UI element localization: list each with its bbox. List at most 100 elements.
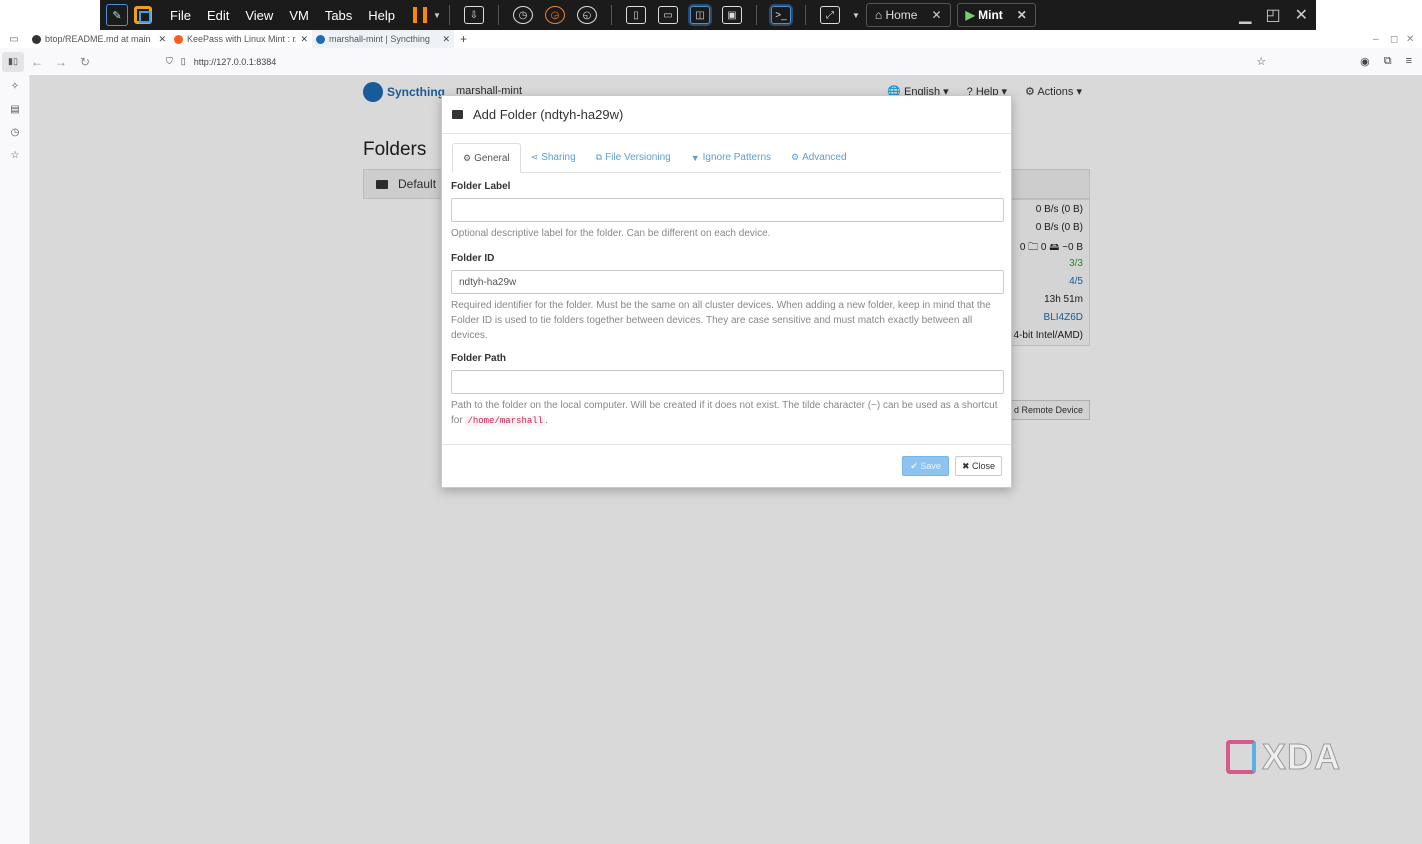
dialog-footer: ✔ Save ✖ Close bbox=[442, 444, 1011, 487]
browser-navbar: ▮▯ ← → ↻ ⛉ ▯ http://127.0.0.1:8384 ☆ ◉ ⧉… bbox=[0, 48, 1422, 75]
tab-advanced[interactable]: ⚙ Advanced bbox=[781, 143, 857, 172]
forward-icon[interactable]: → bbox=[50, 55, 72, 69]
extensions-icon[interactable]: ⧉ bbox=[1384, 55, 1392, 68]
filter-icon: ▼ bbox=[690, 152, 700, 163]
restore-icon[interactable]: ◰ bbox=[1265, 5, 1280, 25]
console-icon[interactable]: >_ bbox=[770, 6, 791, 24]
add-folder-dialog: Add Folder (ndtyh-ha29w) ⚙ General ⋖ Sharin… bbox=[441, 95, 1012, 488]
sidebar-toggle-icon[interactable]: ▮▯ bbox=[2, 51, 24, 72]
folder-path-label: Folder Path bbox=[451, 353, 507, 364]
page-icon: ▯ bbox=[180, 56, 186, 66]
close-icon[interactable]: ✕ bbox=[300, 34, 308, 45]
vm-tab-mint[interactable]: ▶ Mint ✕ bbox=[956, 3, 1036, 27]
folder-path-help-suffix: . bbox=[545, 415, 548, 426]
ai-chat-icon[interactable]: ✧ bbox=[0, 75, 30, 98]
chevron-down-icon[interactable]: ▼ bbox=[852, 11, 860, 20]
close-icon[interactable]: ✕ bbox=[1017, 8, 1027, 22]
divider bbox=[610, 5, 612, 25]
close-icon[interactable]: ✕ bbox=[931, 8, 941, 22]
revert-snapshot-icon[interactable]: ◶ bbox=[544, 6, 565, 24]
vm-menu-item-help[interactable]: Help bbox=[360, 8, 403, 23]
send-keys-icon[interactable]: ⇩ bbox=[463, 6, 484, 24]
close-icon[interactable]: ✕ bbox=[1406, 34, 1414, 45]
shield-icon[interactable]: ⛉ bbox=[166, 56, 173, 67]
close-icon[interactable]: ✕ bbox=[158, 34, 166, 45]
home-path-code: /home/marshall bbox=[465, 416, 546, 426]
close-icon[interactable]: ✕ bbox=[442, 34, 450, 45]
vm-menu-item-edit[interactable]: Edit bbox=[199, 8, 237, 23]
folder-id-label: Folder ID bbox=[451, 253, 495, 264]
save-button[interactable]: ✔ Save bbox=[902, 456, 949, 476]
synced-tabs-icon[interactable]: ▤ bbox=[0, 98, 30, 121]
account-icon[interactable]: ◉ bbox=[1360, 55, 1370, 68]
fit-guest-icon[interactable]: ◫ bbox=[689, 6, 710, 24]
restore-icon[interactable]: ◻ bbox=[1390, 34, 1398, 45]
vm-tab-label: Mint bbox=[978, 8, 1003, 22]
bookmarks-icon[interactable]: ☆ bbox=[0, 144, 30, 167]
dialog-title: Add Folder (ndtyh-ha29w) bbox=[473, 107, 624, 122]
pin-icon[interactable]: ✎ bbox=[106, 4, 128, 26]
new-tab-icon[interactable]: + bbox=[460, 32, 467, 46]
tab-file-versioning[interactable]: ⧉ File Versioning bbox=[586, 143, 681, 172]
browser-sidebar: ✧ ▤ ◷ ☆ bbox=[0, 75, 30, 844]
minimize-icon[interactable]: ▁ bbox=[1239, 5, 1251, 25]
vm-menu-item-file[interactable]: File bbox=[162, 8, 199, 23]
window-controls: ▁ ◰ ✕ bbox=[1239, 5, 1316, 25]
tab-sharing[interactable]: ⋖ Sharing bbox=[521, 143, 586, 172]
reload-icon[interactable]: ↻ bbox=[74, 55, 96, 69]
reddit-icon bbox=[174, 34, 183, 44]
gear-icon: ⚙ bbox=[463, 152, 472, 163]
check-icon: ✔ bbox=[910, 460, 921, 471]
url-text: http://127.0.0.1:8384 bbox=[193, 56, 277, 67]
cogs-icon: ⚙ bbox=[791, 152, 800, 162]
close-button[interactable]: ✖ Close bbox=[954, 456, 1002, 476]
tab-title: marshall-mint | Syncthing bbox=[329, 34, 430, 44]
tab-general[interactable]: ⚙ General bbox=[452, 143, 521, 173]
xda-logo-icon bbox=[1226, 740, 1256, 774]
watermark-text: XDA bbox=[1261, 736, 1342, 778]
chevron-down-icon[interactable]: ▼ bbox=[433, 11, 441, 20]
folder-icon bbox=[452, 110, 463, 119]
nav-right-tools: ☆ ◉ ⧉ ≡ bbox=[1256, 55, 1422, 68]
tab-label: Advanced bbox=[802, 152, 847, 163]
fullscreen-icon[interactable]: ▣ bbox=[721, 6, 742, 24]
folder-path-input[interactable] bbox=[451, 370, 1004, 394]
stretch-icon[interactable]: ⤢ bbox=[819, 6, 840, 24]
home-icon: ⌂ bbox=[874, 8, 886, 22]
snapshot-manager-icon[interactable]: ◵ bbox=[576, 6, 597, 24]
save-label: Save bbox=[920, 461, 941, 471]
library-view-icon[interactable]: ▯ bbox=[625, 6, 646, 24]
folder-id-input[interactable] bbox=[451, 270, 1004, 294]
vm-menu-item-view[interactable]: View bbox=[237, 8, 281, 23]
share-icon: ⋖ bbox=[530, 152, 539, 162]
tab-label: File Versioning bbox=[605, 152, 671, 163]
history-icon[interactable]: ◷ bbox=[0, 121, 30, 144]
close-icon: ✖ bbox=[961, 460, 972, 471]
tab-title: KeePass with Linux Mint : r/ bbox=[187, 34, 297, 44]
url-bar[interactable]: ⛉ ▯ http://127.0.0.1:8384 bbox=[166, 56, 276, 67]
vm-menu-item-tabs[interactable]: Tabs bbox=[317, 8, 360, 23]
close-window-icon[interactable]: ✕ bbox=[1295, 5, 1308, 25]
thumbnail-view-icon[interactable]: ▭ bbox=[657, 6, 678, 24]
browser-tab[interactable]: btop/README.md at main ✕ bbox=[28, 30, 170, 48]
browser-tab[interactable]: KeePass with Linux Mint : r/ ✕ bbox=[170, 30, 312, 48]
menu-icon[interactable]: ≡ bbox=[1406, 55, 1412, 68]
vm-tab-home[interactable]: ⌂ Home ✕ bbox=[865, 3, 951, 27]
tab-overview-icon[interactable]: ▭ bbox=[0, 34, 28, 45]
bookmark-star-icon[interactable]: ☆ bbox=[1256, 55, 1266, 68]
snapshot-icon[interactable]: ◷ bbox=[512, 6, 533, 24]
back-icon[interactable]: ← bbox=[26, 55, 48, 69]
browser-tab-active[interactable]: marshall-mint | Syncthing ✕ bbox=[312, 30, 454, 48]
minimize-icon[interactable]: – bbox=[1373, 34, 1379, 45]
tab-label: Sharing bbox=[541, 152, 576, 163]
vm-menu-item-vm[interactable]: VM bbox=[281, 8, 317, 23]
tab-label: Ignore Patterns bbox=[702, 152, 771, 163]
vm-toolbar: ✎ File Edit View VM Tabs Help ▼ ⇩ ◷ ◶ ◵ ▯ ▭ ◫… bbox=[100, 0, 1316, 30]
vm-running-icon: ▶ bbox=[965, 8, 979, 22]
folder-label-input[interactable] bbox=[451, 198, 1004, 222]
pause-icon[interactable] bbox=[413, 7, 428, 23]
divider bbox=[448, 5, 450, 25]
tab-ignore-patterns[interactable]: ▼ Ignore Patterns bbox=[681, 143, 781, 172]
tab-label: General bbox=[474, 152, 510, 164]
vm-tab-label: Home bbox=[885, 8, 918, 22]
